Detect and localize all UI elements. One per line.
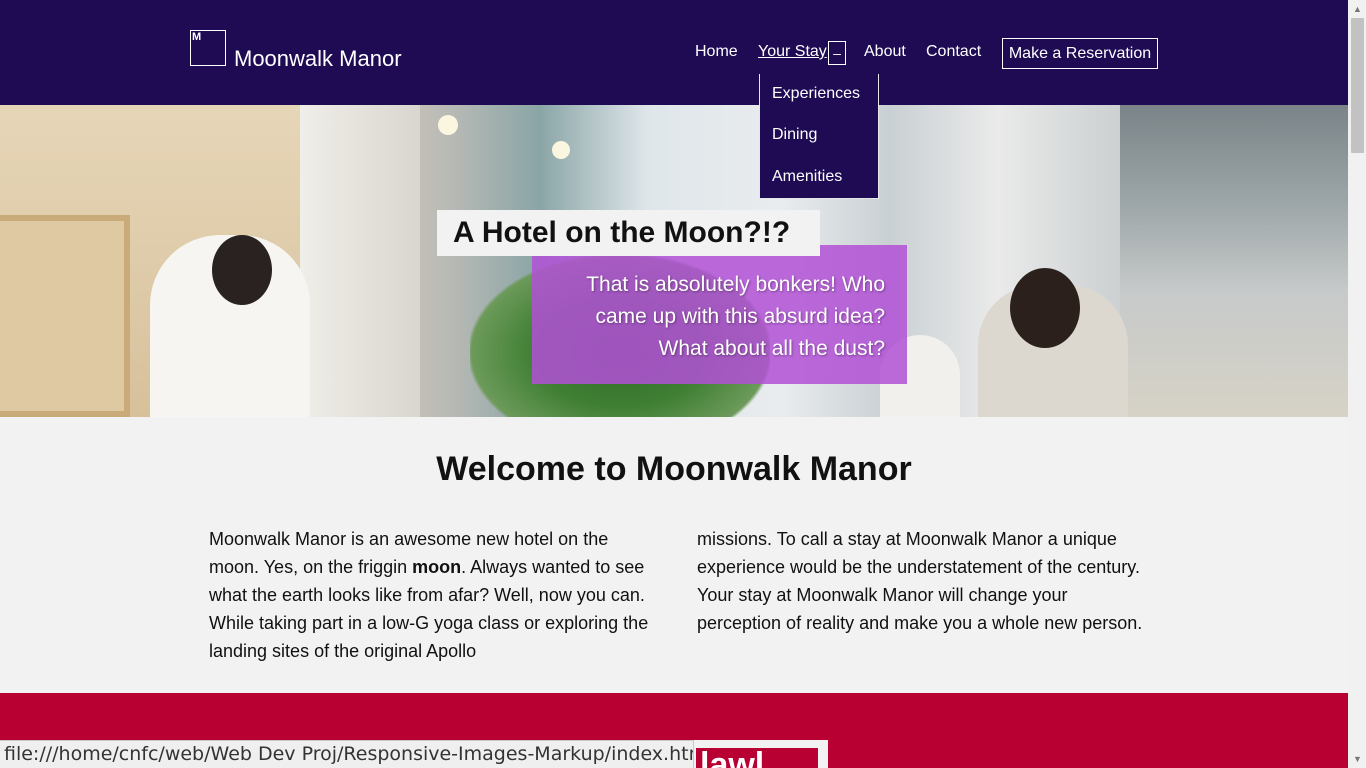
scroll-up-icon[interactable]: ▲ <box>1353 4 1362 14</box>
dropdown-item-dining[interactable]: Dining <box>772 126 817 144</box>
hero-door <box>0 215 130 417</box>
scroll-down-icon[interactable]: ▼ <box>1353 754 1362 764</box>
hero-person-head <box>212 235 272 305</box>
hero-window <box>1120 105 1348 417</box>
hero-person-head <box>1010 268 1080 348</box>
welcome-column-2: missions. To call a stay at Moonwalk Man… <box>697 529 1143 633</box>
dropdown-item-amenities[interactable]: Amenities <box>772 168 842 186</box>
make-reservation-button[interactable]: Make a Reservation <box>1002 38 1158 69</box>
nav-contact[interactable]: Contact <box>926 43 981 61</box>
hero-subtitle: That is absolutely bonkers! Who came up … <box>532 245 907 384</box>
browser-status-bar: file:///home/cnfc/web/Web Dev Proj/Respo… <box>0 740 694 768</box>
scrollbar-thumb[interactable] <box>1351 18 1364 153</box>
welcome-heading: Welcome to Moonwalk Manor <box>436 450 912 488</box>
dropdown-toggle-button[interactable]: – <box>828 41 846 65</box>
nav-home[interactable]: Home <box>695 43 738 61</box>
next-section-heading: lawl <box>696 748 818 768</box>
nav-about[interactable]: About <box>864 43 906 61</box>
brand-name[interactable]: Moonwalk Manor <box>234 46 402 72</box>
site-header: M Moonwalk Manor Home Your Stay – About … <box>0 0 1348 105</box>
your-stay-dropdown: Experiences Dining Amenities <box>759 74 879 199</box>
logo-icon[interactable]: M <box>190 30 226 66</box>
hero-title: A Hotel on the Moon?!? <box>437 210 820 256</box>
dropdown-item-experiences[interactable]: Experiences <box>772 85 860 103</box>
welcome-column-1: Moonwalk Manor is an awesome new hotel o… <box>209 525 649 665</box>
hero-lamp <box>552 141 570 159</box>
welcome-bold-word: moon <box>412 557 462 577</box>
hero-pillar <box>300 105 420 417</box>
nav-your-stay[interactable]: Your Stay <box>758 43 827 61</box>
hero-lamp <box>438 115 458 135</box>
